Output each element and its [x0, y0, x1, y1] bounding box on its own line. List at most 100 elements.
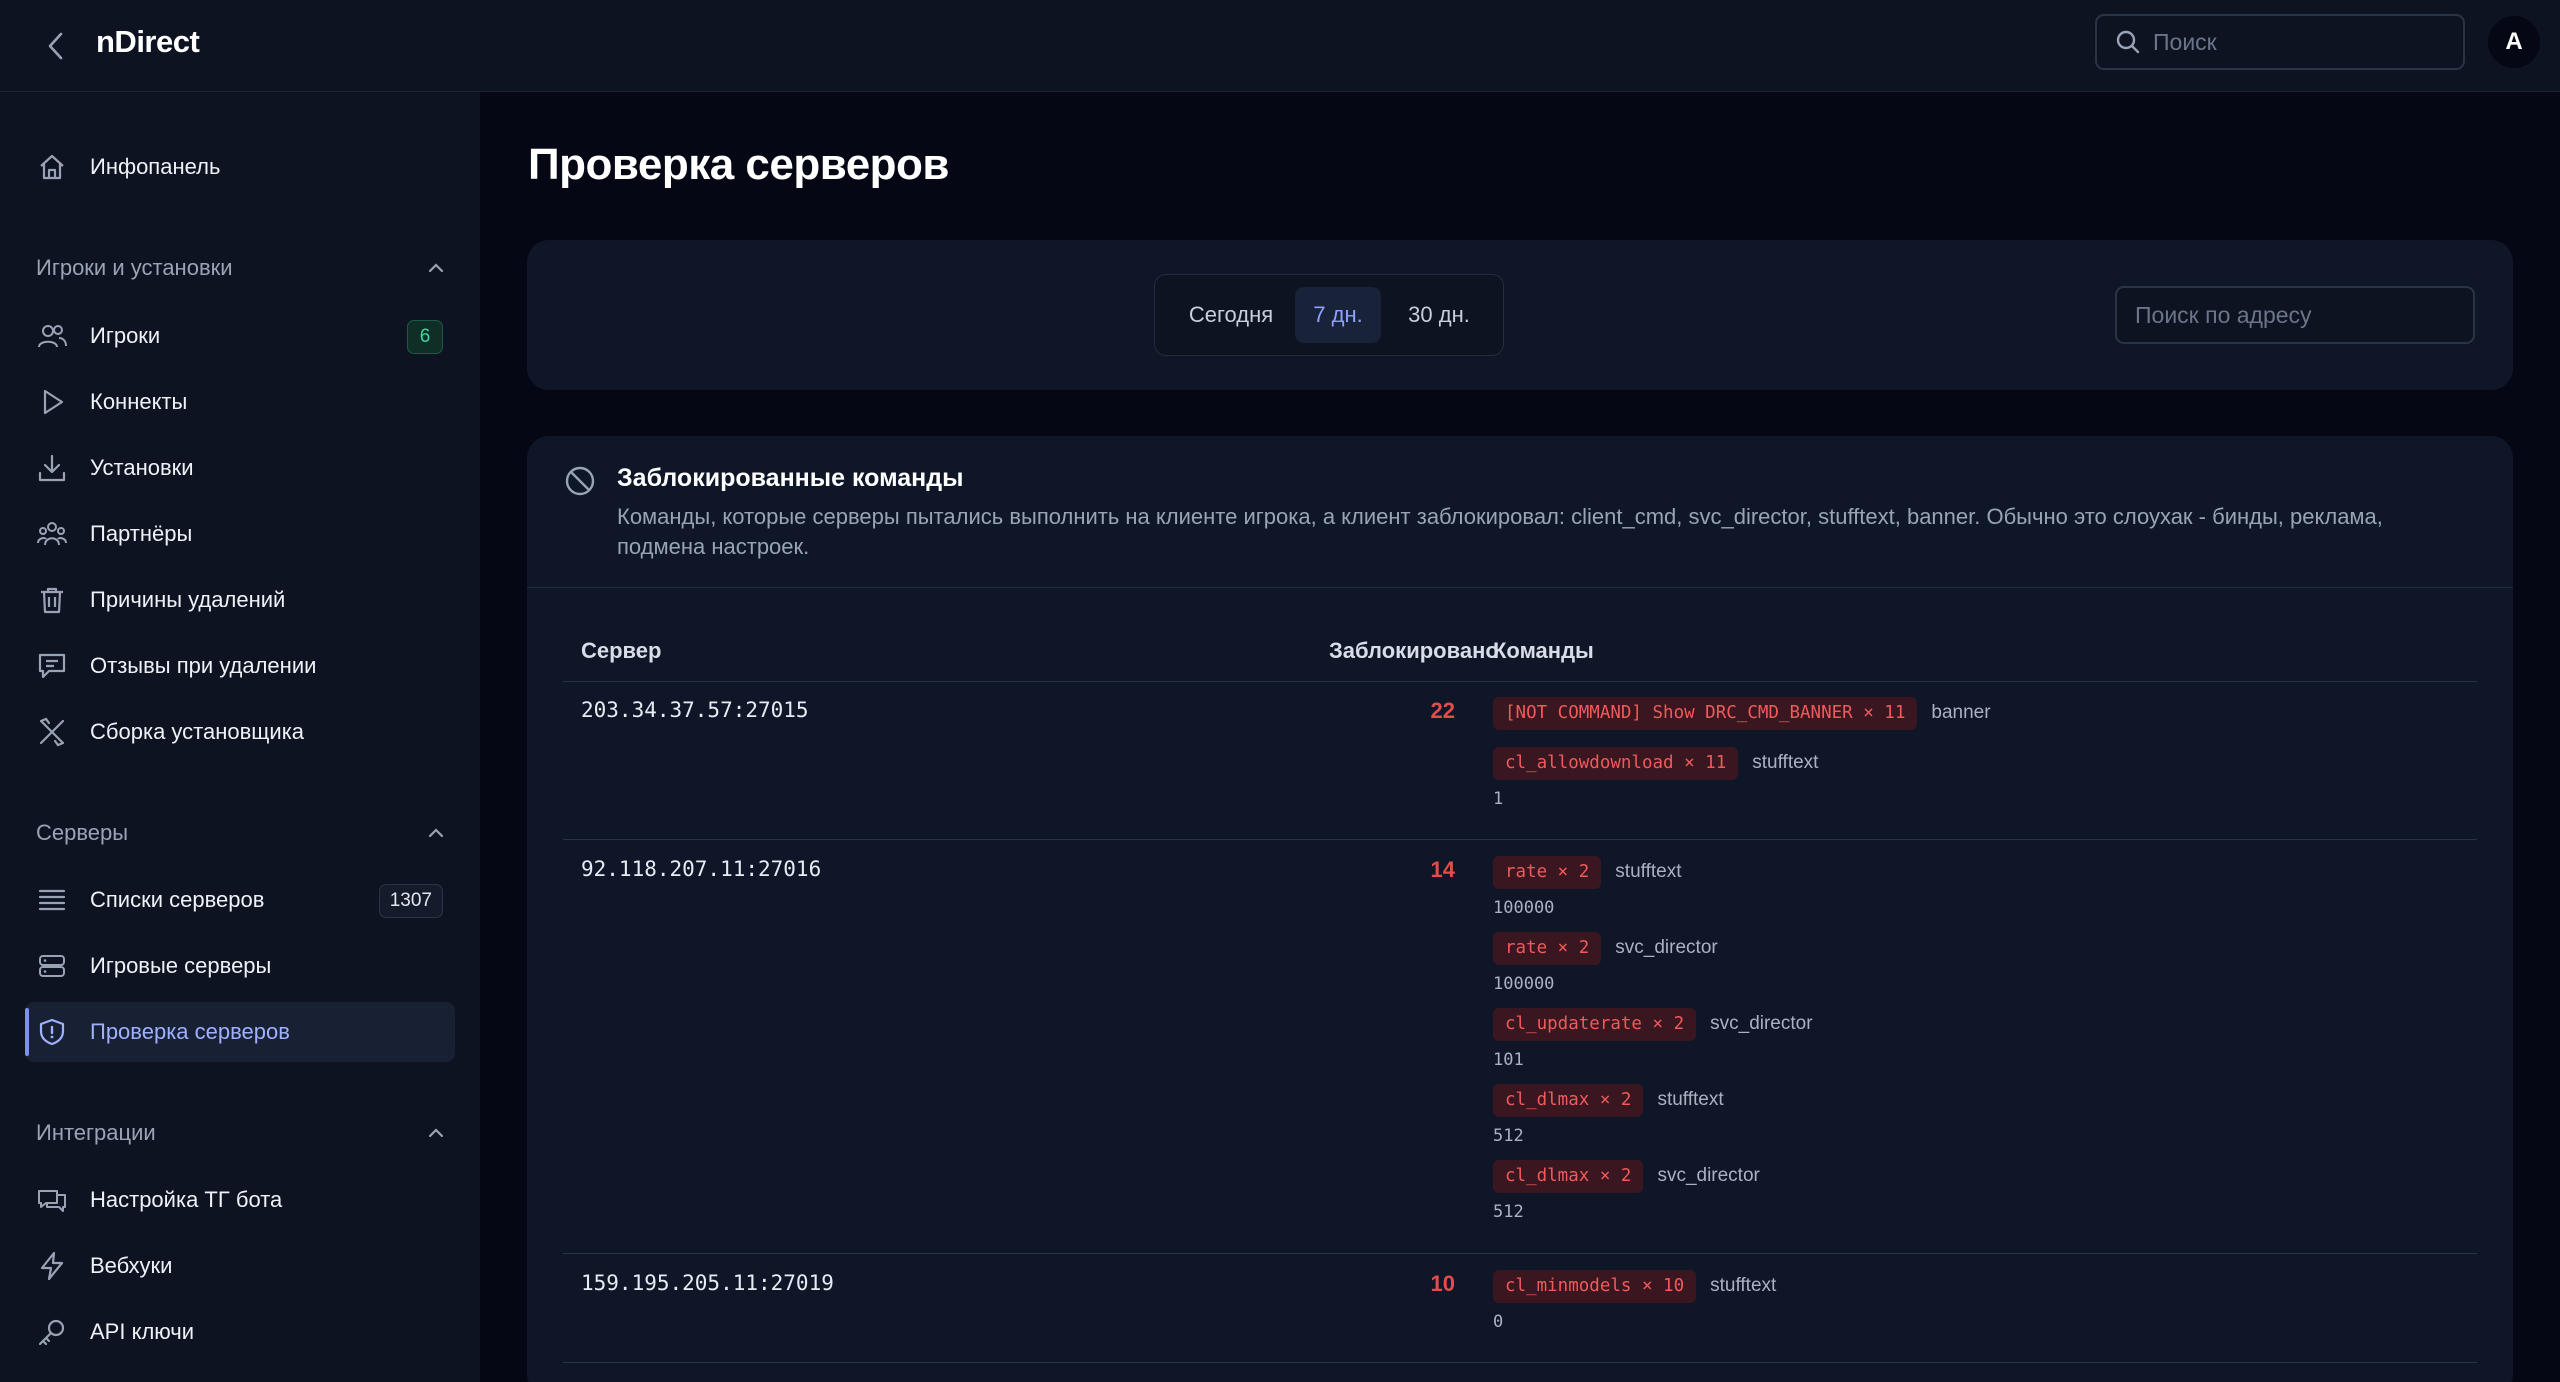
- sidebar-item-tg-bot[interactable]: Настройка ТГ бота: [25, 1170, 455, 1230]
- list-icon: [37, 885, 67, 915]
- sidebar-item-api-keys[interactable]: API ключи: [25, 1302, 455, 1362]
- shield-icon: [37, 1017, 67, 1047]
- command-value: 512: [1493, 1202, 1524, 1222]
- chevron-up-icon: [428, 1128, 444, 1138]
- table-row: 159.195.205.11:27019 10 cl_minmodels × 1…: [563, 1255, 2477, 1363]
- command-chip: rate × 2: [1493, 855, 1602, 889]
- top-bar: nDirect A: [0, 0, 2560, 92]
- command-value: 100000: [1493, 898, 1555, 918]
- lightning-icon: [37, 1251, 67, 1281]
- section-integrations-toggle[interactable]: Интеграции: [36, 1115, 446, 1151]
- command-chip: cl_dlmax × 2: [1493, 1159, 1644, 1193]
- search-input[interactable]: [2153, 28, 2453, 56]
- command-type: stufftext: [1615, 861, 1682, 882]
- period-30d-button[interactable]: 30 дн.: [1385, 287, 1493, 343]
- column-header-blocked: Заблокировано: [1329, 638, 1499, 663]
- sidebar-item-label: API ключи: [90, 1319, 195, 1344]
- command-list: [NOT COMMAND] Show DRC_CMD_BANNER × 11 b…: [1493, 696, 2453, 822]
- command-entry: cl_dlmax × 2 stufftext: [1493, 1083, 2453, 1117]
- section-players-toggle[interactable]: Игроки и установки: [36, 250, 446, 286]
- command-type: stufftext: [1657, 1089, 1724, 1110]
- sidebar-item-dashboard[interactable]: Инфопанель: [25, 137, 455, 197]
- count-badge: 6: [407, 320, 443, 354]
- sidebar-item-label: Установки: [90, 455, 194, 480]
- blocked-count: 10: [1430, 1271, 1455, 1296]
- chevron-up-icon: [428, 263, 444, 273]
- column-header-commands: Команды: [1493, 638, 1594, 663]
- key-icon: [37, 1317, 67, 1347]
- count-badge: 1307: [378, 884, 443, 918]
- command-entry: cl_minmodels × 10 stufftext: [1493, 1269, 2453, 1303]
- sidebar-item-partners[interactable]: Партнёры: [25, 504, 455, 564]
- card-description: Команды, которые серверы пытались выполн…: [617, 504, 2383, 559]
- command-chip: cl_minmodels × 10: [1493, 1269, 1697, 1303]
- global-search[interactable]: [2095, 14, 2465, 70]
- command-type: svc_director: [1710, 1013, 1813, 1034]
- sidebar-item-label: Проверка серверов: [90, 1019, 290, 1044]
- sidebar-item-players[interactable]: Игроки 6: [25, 306, 455, 366]
- chat-icon: [37, 1185, 67, 1215]
- sidebar-item-label: Коннекты: [90, 389, 188, 414]
- sidebar-item-label: Инфопанель: [90, 154, 221, 179]
- back-button[interactable]: [36, 26, 76, 66]
- command-chip: rate × 2: [1493, 931, 1602, 965]
- section-title: Интеграции: [36, 1120, 156, 1145]
- play-icon: [37, 387, 67, 417]
- section-servers-toggle[interactable]: Серверы: [36, 815, 446, 851]
- sidebar-item-game-servers[interactable]: Игровые серверы: [25, 936, 455, 996]
- sidebar-item-label: Вебхуки: [90, 1253, 173, 1278]
- app-title: nDirect: [96, 24, 200, 59]
- section-title: Игроки и установки: [36, 255, 233, 280]
- tools-icon: [37, 717, 67, 747]
- sidebar-item-label: Игровые серверы: [90, 953, 272, 978]
- period-7d-button[interactable]: 7 дн.: [1295, 287, 1381, 343]
- home-icon: [37, 152, 67, 182]
- filter-panel: Сегодня 7 дн. 30 дн.: [527, 240, 2513, 390]
- server-address: 203.34.37.57:27015: [581, 698, 809, 722]
- sidebar-item-server-lists[interactable]: Списки серверов 1307: [25, 870, 455, 930]
- table-row: 203.34.37.57:27015 22 [NOT COMMAND] Show…: [563, 682, 2477, 840]
- users-icon: [37, 321, 67, 351]
- command-entry: cl_dlmax × 2 svc_director: [1493, 1159, 2453, 1193]
- command-type: banner: [1931, 702, 1991, 723]
- command-entry: [NOT COMMAND] Show DRC_CMD_BANNER × 11 b…: [1493, 696, 2453, 730]
- command-value: 101: [1493, 1050, 1524, 1070]
- command-value: 512: [1493, 1126, 1524, 1146]
- sidebar-item-webhooks[interactable]: Вебхуки: [25, 1236, 455, 1296]
- command-value: 0: [1493, 1312, 1504, 1332]
- period-today-button[interactable]: Сегодня: [1171, 287, 1291, 343]
- message-icon: [37, 651, 67, 681]
- sidebar-item-connects[interactable]: Коннекты: [25, 372, 455, 432]
- blocked-count: 14: [1430, 857, 1455, 882]
- card-title: Заблокированные команды: [617, 464, 964, 492]
- command-list: cl_minmodels × 10 stufftext 0: [1493, 1269, 2453, 1345]
- command-chip: cl_allowdownload × 11: [1493, 746, 1739, 780]
- blocked-commands-card: Заблокированные команды Команды, которые…: [527, 436, 2513, 1382]
- command-chip: cl_updaterate × 2: [1493, 1007, 1697, 1041]
- command-entry: cl_allowdownload × 11 stufftext: [1493, 746, 2453, 780]
- command-entry: rate × 2 stufftext: [1493, 855, 2453, 889]
- page-title: Проверка серверов: [528, 140, 949, 189]
- sidebar-item-removal-reasons[interactable]: Причины удалений: [25, 570, 455, 630]
- address-search[interactable]: [2115, 286, 2475, 344]
- sidebar-item-server-check[interactable]: Проверка серверов: [25, 1002, 455, 1062]
- blocked-count: 22: [1430, 698, 1455, 723]
- ban-icon: [565, 466, 595, 496]
- trash-icon: [37, 585, 67, 615]
- section-title: Серверы: [36, 820, 129, 845]
- address-search-input[interactable]: [2135, 301, 2455, 329]
- sidebar-item-removal-feedback[interactable]: Отзывы при удалении: [25, 636, 455, 696]
- sidebar-item-installs[interactable]: Установки: [25, 438, 455, 498]
- command-type: stufftext: [1752, 752, 1819, 773]
- sidebar-item-label: Причины удалений: [90, 587, 286, 612]
- search-icon: [2116, 30, 2140, 54]
- sidebar-item-label: Партнёры: [90, 521, 193, 546]
- server-address: 92.118.207.11:27016: [581, 857, 822, 881]
- sidebar-item-installer-build[interactable]: Сборка установщика: [25, 702, 455, 762]
- command-list: rate × 2 stufftext 100000 rate × 2 svc_d…: [1493, 855, 2453, 1235]
- chevron-left-icon: [48, 32, 63, 60]
- avatar[interactable]: A: [2488, 16, 2540, 68]
- command-entry: cl_updaterate × 2 svc_director: [1493, 1007, 2453, 1041]
- command-chip: cl_dlmax × 2: [1493, 1083, 1644, 1117]
- period-selector: Сегодня 7 дн. 30 дн.: [1154, 274, 1504, 356]
